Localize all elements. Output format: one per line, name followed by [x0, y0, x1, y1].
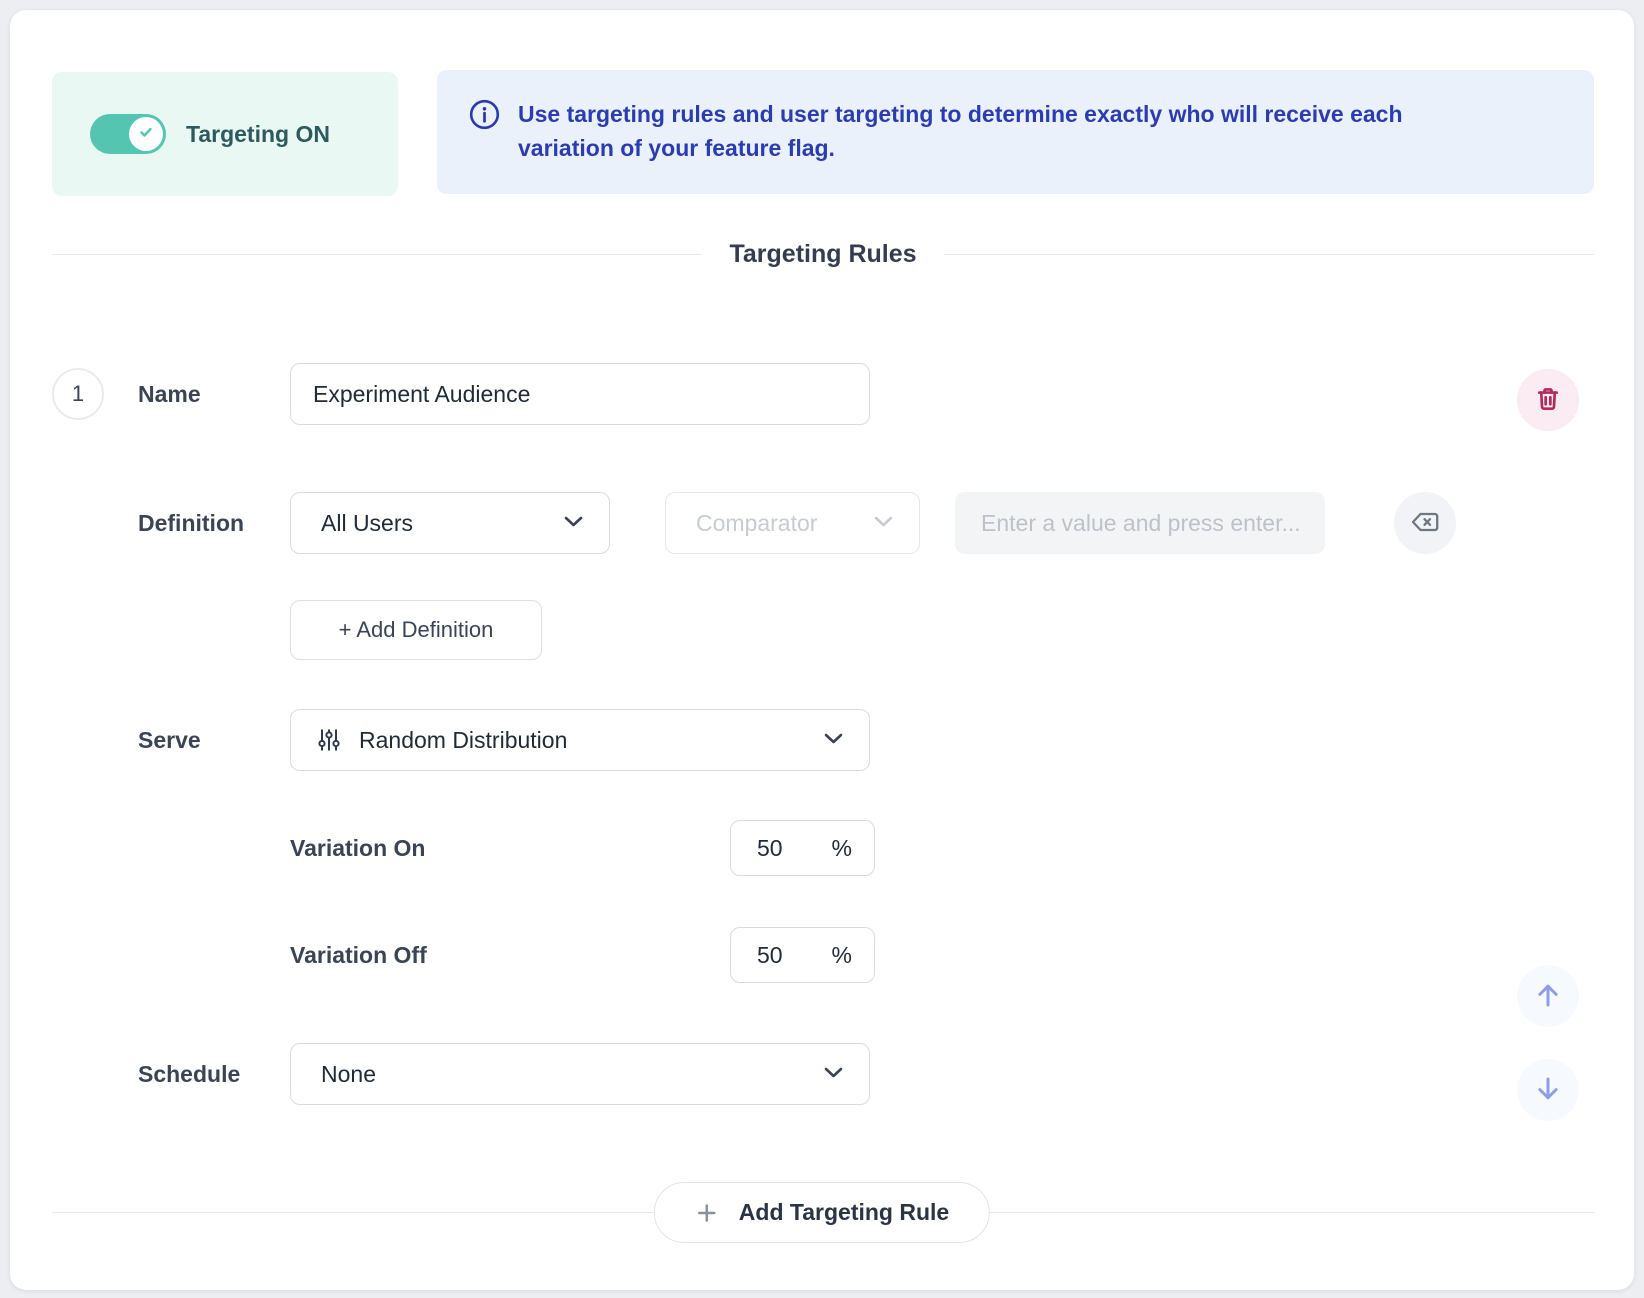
- section-title: Targeting Rules: [729, 240, 916, 269]
- arrow-down-icon: [1533, 1074, 1563, 1107]
- variation-on-value[interactable]: 50: [757, 835, 783, 862]
- targeting-toggle-label: Targeting ON: [186, 121, 330, 148]
- info-banner: Use targeting rules and user targeting t…: [437, 70, 1594, 194]
- comparator-select[interactable]: Comparator: [665, 492, 920, 554]
- variation-off-percent-field[interactable]: 50 %: [730, 927, 875, 983]
- definition-property-value: All Users: [321, 510, 564, 537]
- definition-value-input[interactable]: [955, 492, 1325, 554]
- chevron-down-icon: [564, 514, 583, 532]
- targeting-toggle[interactable]: [90, 114, 166, 154]
- variation-off-value[interactable]: 50: [757, 942, 783, 969]
- rule-name-input[interactable]: [290, 363, 870, 425]
- comparator-placeholder: Comparator: [696, 510, 874, 537]
- info-banner-text: Use targeting rules and user targeting t…: [518, 97, 1478, 165]
- plus-icon: [695, 1201, 719, 1225]
- toggle-knob: [129, 117, 163, 151]
- arrow-up-icon: [1533, 980, 1563, 1013]
- name-label: Name: [138, 363, 201, 425]
- chevron-down-icon: [824, 731, 843, 749]
- definition-property-select[interactable]: All Users: [290, 492, 610, 554]
- variation-on-label: Variation On: [290, 820, 425, 876]
- schedule-select[interactable]: None: [290, 1043, 870, 1105]
- schedule-label: Schedule: [138, 1043, 240, 1105]
- add-targeting-rule-button[interactable]: Add Targeting Rule: [654, 1182, 990, 1243]
- clear-definition-button[interactable]: [1394, 492, 1456, 554]
- targeting-toggle-box: Targeting ON: [52, 72, 398, 196]
- percent-sign: %: [832, 942, 852, 969]
- section-header: Targeting Rules: [52, 229, 1594, 279]
- sliders-icon: [317, 727, 341, 753]
- check-icon: [138, 124, 154, 145]
- serve-select[interactable]: Random Distribution: [290, 709, 870, 771]
- schedule-value: None: [321, 1061, 824, 1088]
- divider-line: [52, 254, 702, 255]
- backspace-icon: [1410, 510, 1440, 537]
- variation-off-label: Variation Off: [290, 927, 427, 983]
- delete-rule-button[interactable]: [1517, 369, 1579, 431]
- add-targeting-rule-label: Add Targeting Rule: [739, 1199, 949, 1226]
- serve-label: Serve: [138, 709, 201, 771]
- chevron-down-icon: [824, 1065, 843, 1083]
- move-rule-down-button[interactable]: [1517, 1059, 1579, 1121]
- targeting-panel: Targeting ON Use targeting rules and use…: [10, 10, 1634, 1290]
- rule-number-badge: 1: [52, 368, 104, 420]
- chevron-down-icon: [874, 514, 893, 532]
- divider-line: [944, 254, 1594, 255]
- trash-icon: [1534, 385, 1562, 416]
- variation-on-percent-field[interactable]: 50 %: [730, 820, 875, 876]
- add-definition-button[interactable]: + Add Definition: [290, 600, 542, 660]
- serve-value: Random Distribution: [359, 727, 824, 754]
- percent-sign: %: [832, 835, 852, 862]
- move-rule-up-button[interactable]: [1517, 965, 1579, 1027]
- info-circle-icon: [469, 99, 500, 130]
- definition-label: Definition: [138, 492, 244, 554]
